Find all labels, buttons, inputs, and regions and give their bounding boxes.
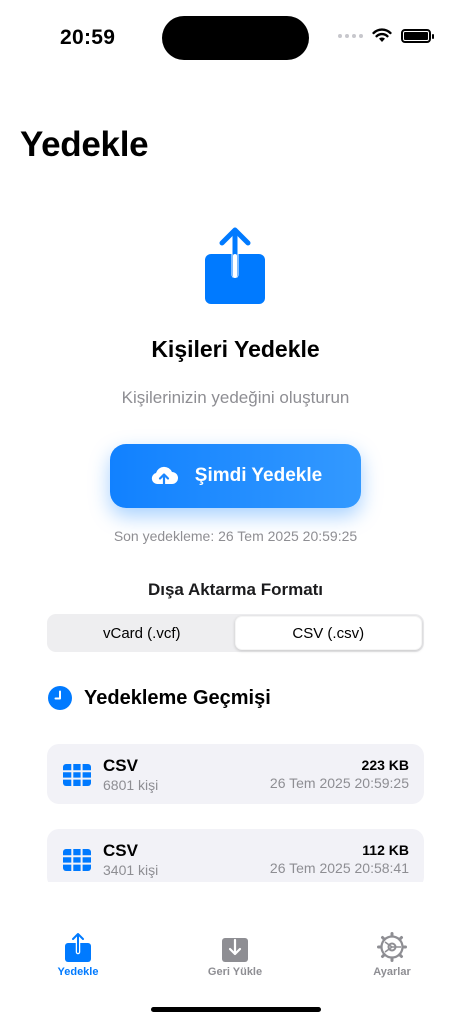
page-title: Yedekle <box>20 125 149 164</box>
history-item-date: 26 Tem 2025 20:58:41 <box>269 860 409 876</box>
last-backup-text: Son yedekleme: 26 Tem 2025 20:59:25 <box>113 528 358 544</box>
clock-icon <box>48 686 72 710</box>
history-item-type: CSV <box>103 756 138 775</box>
cellular-signal-icon <box>338 33 363 38</box>
export-format-heading: Dışa Aktarma Formatı <box>147 580 324 599</box>
status-time: 20:59 <box>60 26 116 49</box>
backup-now-label: Şimdi Yedekle <box>194 465 323 486</box>
cloud-upload-icon <box>151 466 178 487</box>
history-item[interactable]: CSV 3401 kişi 112 KB 26 Tem 2025 20:58:4… <box>47 829 424 882</box>
segment-csv[interactable]: CSV (.csv) <box>234 616 422 650</box>
home-indicator <box>151 1007 321 1012</box>
gear-icon <box>377 932 407 962</box>
download-icon <box>222 938 248 962</box>
history-header: Yedekleme Geçmişi <box>48 686 271 710</box>
tab-bar: Yedekle Geri Yükle Ayarlar <box>0 920 471 990</box>
table-icon <box>63 849 91 871</box>
upload-icon <box>65 932 91 962</box>
tab-ayarlar[interactable]: Ayarlar <box>337 932 447 978</box>
status-bar: 20:59 <box>0 0 471 76</box>
history-item-size: 223 KB <box>361 757 409 773</box>
tab-yedekle-label: Yedekle <box>57 966 99 978</box>
history-item-size: 112 KB <box>362 842 409 858</box>
history-item[interactable]: CSV 6801 kişi 223 KB 26 Tem 2025 20:59:2… <box>47 744 424 804</box>
history-item-count: 6801 kişi <box>103 777 159 793</box>
history-list: CSV 6801 kişi 223 KB 26 Tem 2025 20:59:2… <box>47 744 424 882</box>
table-icon <box>63 764 91 786</box>
wifi-icon <box>372 28 392 42</box>
tab-ayarlar-label: Ayarlar <box>373 966 411 978</box>
hero-subtitle: Kişilerinizin yedeğini oluşturun <box>121 388 350 407</box>
status-icons <box>338 28 434 43</box>
dynamic-island <box>162 16 309 60</box>
history-item-count: 3401 kişi <box>103 862 159 878</box>
tab-yedekle[interactable]: Yedekle <box>23 932 133 978</box>
battery-icon <box>401 28 434 43</box>
segment-vcard[interactable]: vCard (.vcf) <box>49 616 235 650</box>
history-item-type: CSV <box>103 841 138 860</box>
share-upload-icon <box>205 227 265 304</box>
export-format-segmented-control: vCard (.vcf) CSV (.csv) <box>47 614 424 652</box>
hero-title: Kişileri Yedekle <box>151 336 320 362</box>
backup-now-button[interactable]: Şimdi Yedekle <box>110 444 361 508</box>
tab-geri-yukle-label: Geri Yükle <box>207 966 263 978</box>
tab-geri-yukle[interactable]: Geri Yükle <box>180 932 290 978</box>
history-item-date: 26 Tem 2025 20:59:25 <box>269 775 409 791</box>
history-title: Yedekleme Geçmişi <box>84 686 271 709</box>
